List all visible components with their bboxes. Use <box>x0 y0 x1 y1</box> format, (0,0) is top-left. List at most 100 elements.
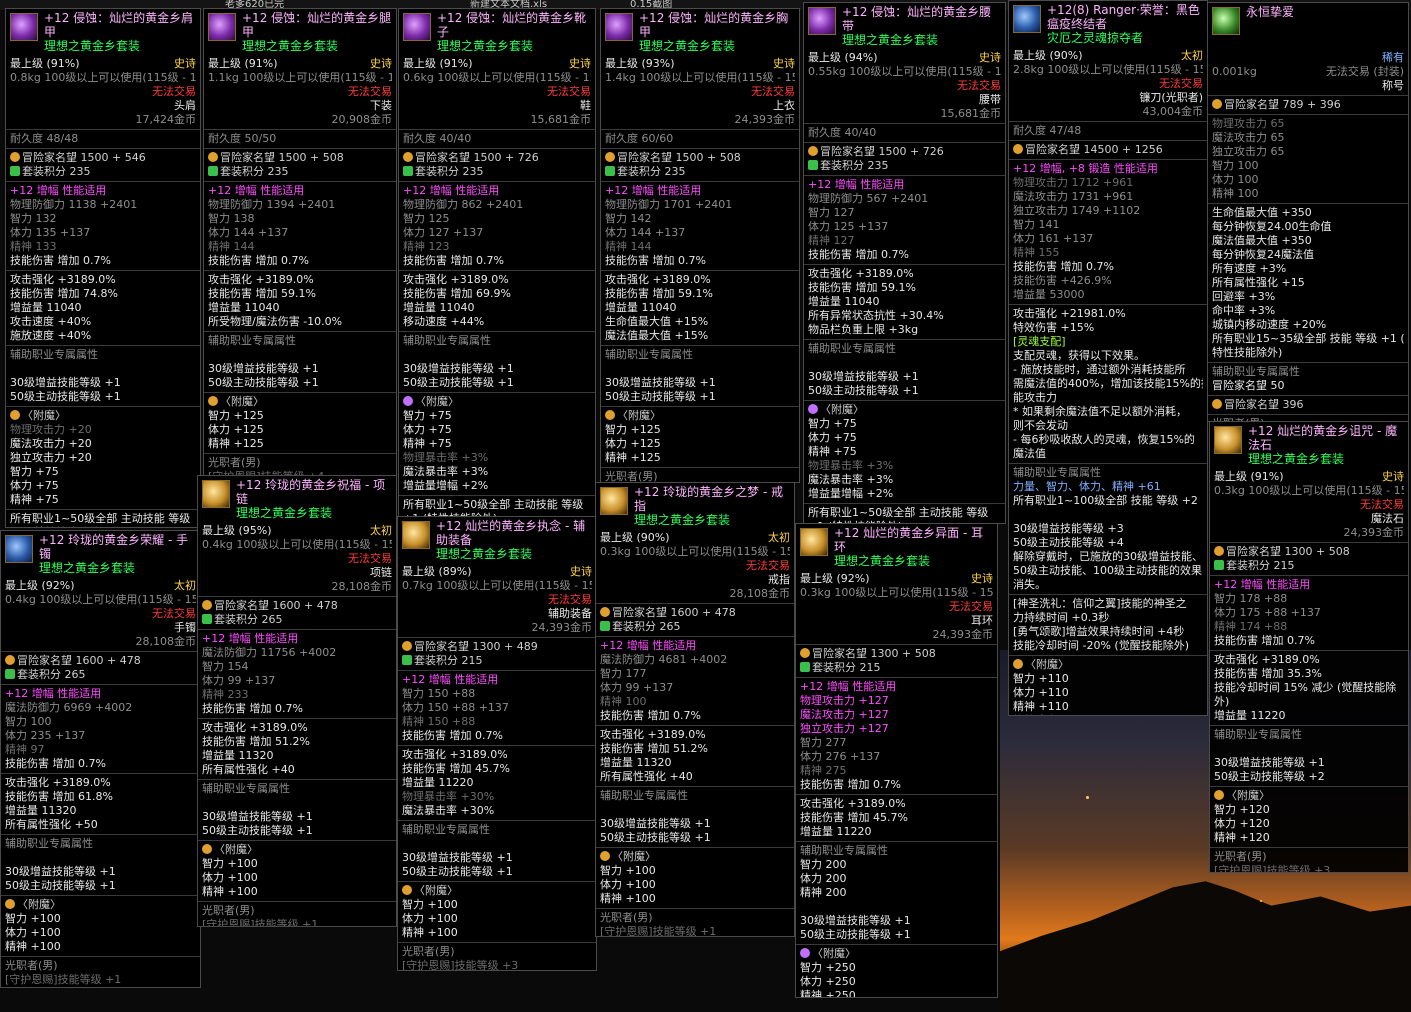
fame-icon <box>1214 546 1224 556</box>
stat-line: 精神 +120 <box>1214 831 1404 845</box>
stat-label: 智力 +250 <box>800 961 856 974</box>
stat-label: 城镇内移动速度 +20% <box>1212 318 1327 331</box>
item-icon[interactable] <box>10 13 38 41</box>
stat-label: 技能伤害 增加 0.7% <box>208 254 309 267</box>
stat-value: 无法交易 (封装) <box>1325 65 1404 78</box>
stat-line: 0.3kg 100级以上可以使用(115级 - 15) <box>600 545 790 559</box>
stat-label: 攻击强化 +3189.0% <box>208 273 314 286</box>
item-icon[interactable] <box>1013 5 1041 33</box>
item-icon[interactable] <box>5 535 33 563</box>
stat-label: 每分钟恢复24魔法值 <box>1212 248 1314 261</box>
stat-line: 精神 +100 <box>600 892 790 906</box>
stat-line: 0.6kg 100级以上可以使用(115级 - 15) <box>403 71 591 85</box>
item-icon[interactable] <box>800 528 828 556</box>
stat-line: 消失。 <box>1013 578 1203 592</box>
stat-line <box>1214 742 1404 756</box>
stat-label: 消失。 <box>1013 578 1046 591</box>
stat-line: 智力 150 +88 <box>402 687 592 701</box>
divider <box>601 345 799 346</box>
item-icon[interactable] <box>808 7 836 35</box>
stat-label: +12 增幅 性能适用 <box>402 673 499 686</box>
stat-label: 物理暴击率 +30% <box>402 790 495 803</box>
divider <box>1208 414 1408 415</box>
stat-label: 0.3kg 100级以上可以使用(115级 - 15) <box>600 545 790 558</box>
stat-line: 独立攻击力 +20 <box>10 451 196 465</box>
stat-label: 体力 +120 <box>1214 817 1270 830</box>
stat-line: 精神 +75 <box>403 437 591 451</box>
stat-label: 攻击强化 +3189.0% <box>605 273 711 286</box>
item-tooltip: +12 侵蚀：灿烂的黄金乡腿甲 理想之黄金乡套装 最上级 (91%) 史诗 1.1kg … <box>203 8 397 478</box>
item-icon[interactable] <box>402 521 430 549</box>
stat-line: 30级增益技能等级 +1 <box>800 914 993 928</box>
stat-label: 智力 +75 <box>10 465 59 478</box>
tooltip-header: +12 玲珑的黄金乡荣耀 - 手镯 理想之黄金乡套装 <box>5 533 196 579</box>
stat-line: 独立攻击力 +127 <box>800 722 993 736</box>
stat-line: 体力 +100 <box>402 912 592 926</box>
stat-label: 智力 277 <box>800 736 847 749</box>
stat-line: 称号 <box>1212 79 1404 93</box>
item-icon[interactable] <box>1214 426 1242 454</box>
stat-line: 戒指 <box>600 573 790 587</box>
divider <box>399 331 595 332</box>
divider <box>601 467 799 468</box>
section-header: 冒险家名望 1500 + 726 <box>808 145 1001 159</box>
stat-line: 24,393金币 <box>402 621 593 635</box>
item-icon[interactable] <box>403 13 431 41</box>
stat-label: 30级增益技能等级 +1 <box>10 376 121 389</box>
stat-line <box>800 900 993 914</box>
stat-label: 辅助职业专属属性 <box>1013 466 1101 479</box>
stat-line: 所有异常状态抗性 +30.4% <box>808 309 1001 323</box>
item-title: +12 侵蚀：灿烂的黄金乡胸甲 <box>639 11 789 39</box>
divider <box>204 181 396 182</box>
item-icon[interactable] <box>605 13 633 41</box>
divider <box>804 400 1005 401</box>
divider <box>198 596 396 597</box>
item-icon[interactable] <box>1212 7 1240 35</box>
divider <box>204 270 396 271</box>
stat-label: 攻击强化 +21981.0% <box>1013 307 1126 320</box>
stat-label: 光职者(男) <box>1214 850 1267 863</box>
stat-label: 所有职业15~35级全部 技能 等级 +1 ( <box>1212 332 1404 345</box>
stat-label: 魔法值最大值 +350 <box>1212 234 1312 247</box>
stat-label: 0.3kg 100级以上可以使用(115级 - 15) <box>1214 484 1404 497</box>
stat-line: 智力 +100 <box>202 857 392 871</box>
stat-line: +12 增幅 性能适用 <box>1214 578 1404 592</box>
divider <box>6 345 200 346</box>
stat-line: 28,108金币 <box>202 580 393 594</box>
stat-line: 精神 +75 <box>10 493 196 507</box>
stat-label: 技能伤害 增加 74.8% <box>10 287 118 300</box>
item-icon[interactable] <box>202 480 230 508</box>
stat-line: 技能伤害 增加 0.7% <box>402 729 592 743</box>
stat-line: * 如果剩余魔法值不足以额外消耗， <box>1013 405 1203 419</box>
item-icon[interactable] <box>208 13 236 41</box>
stat-label: 物理攻击力 65 <box>1212 117 1285 130</box>
stat-label: 体力 144 +137 <box>605 226 686 239</box>
stat-label: 魔法攻击力 65 <box>1212 131 1285 144</box>
stat-line: 技能伤害 增加 45.7% <box>402 762 592 776</box>
stat-label: 技能伤害 增加 69.9% <box>403 287 511 300</box>
divider <box>399 181 595 182</box>
stat-line: 魔法值最大值 +350 <box>1212 234 1404 248</box>
section-header: 〈附魔〉 <box>800 947 993 961</box>
stat-label: 技能伤害 增加 0.7% <box>808 248 909 261</box>
divider <box>399 270 595 271</box>
stat-value: 无法交易 <box>746 559 790 572</box>
stat-line: 技能伤害 增加 0.7% <box>800 778 993 792</box>
stat-line: 则不会发动 <box>1013 419 1203 433</box>
stat-label: 精神 +75 <box>10 493 59 506</box>
fame-icon <box>10 410 20 420</box>
fame-icon <box>1013 144 1023 154</box>
stat-label: * 如果剩余魔法值不足以额外消耗， <box>1013 405 1187 418</box>
stat-label: 体力 161 +137 <box>1013 232 1094 245</box>
stat-line: 30级增益技能等级 +1 <box>202 810 392 824</box>
stat-label: 50级主动技能等级 +1 <box>208 376 319 389</box>
stat-line: 所有职业1~100级全部 技能 等级 +2 <box>1013 494 1203 508</box>
stat-label: +12 增幅 性能适用 <box>800 680 897 693</box>
divider <box>198 629 396 630</box>
item-icon[interactable] <box>600 487 628 515</box>
stat-line: +12 增幅, +8 锻造 性能适用 <box>1013 162 1203 176</box>
set-name: 理想之黄金乡套装 <box>634 513 731 527</box>
stat-label: 30级增益技能等级 +1 <box>403 362 514 375</box>
section-label: 套装积分 235 <box>820 159 889 172</box>
divider <box>1210 786 1408 787</box>
